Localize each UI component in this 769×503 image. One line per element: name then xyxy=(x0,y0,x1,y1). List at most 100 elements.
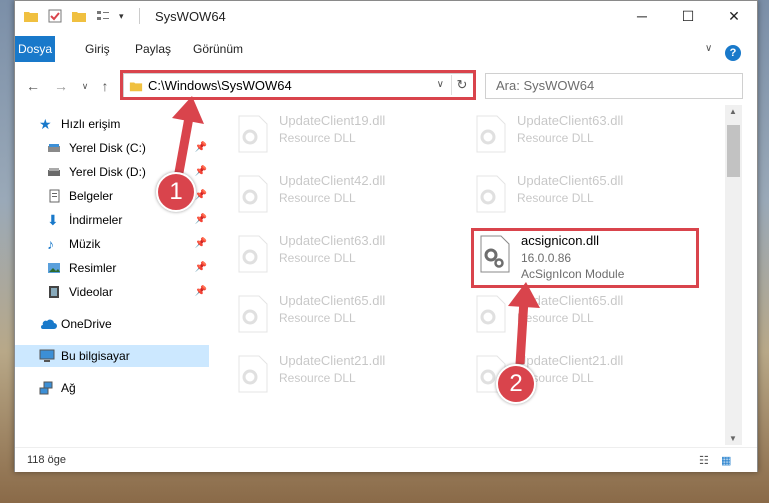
details-view-icon[interactable]: ☷ xyxy=(699,454,709,467)
navigation-pane: ★ Hızlı erişim Yerel Disk (C:) 📌 Yerel D… xyxy=(15,105,209,445)
pin-icon[interactable]: 📌 xyxy=(193,281,209,303)
videos-icon xyxy=(49,286,59,298)
close-button[interactable]: ✕ xyxy=(711,1,757,31)
downloads-icon: ⬇ xyxy=(47,212,59,228)
sidebar-item-this-pc[interactable]: Bu bilgisayar xyxy=(15,345,209,367)
computer-icon xyxy=(39,349,55,362)
sidebar-item-label: OneDrive xyxy=(61,317,112,331)
sidebar-item-pictures[interactable]: Resimler 📌 xyxy=(15,257,209,279)
dll-file-icon xyxy=(476,175,506,213)
sidebar-item-videos[interactable]: Videolar 📌 xyxy=(15,281,209,303)
sidebar-item-label: Bu bilgisayar xyxy=(61,349,130,363)
sidebar-item-downloads[interactable]: ⬇ İndirmeler 📌 xyxy=(15,209,209,231)
dll-file-icon xyxy=(238,295,268,333)
address-highlight-box xyxy=(120,70,476,100)
drive-icon xyxy=(48,168,60,176)
scrollbar-thumb[interactable] xyxy=(727,125,740,177)
sidebar-item-network[interactable]: Ağ xyxy=(15,377,209,399)
file-item[interactable]: UpdateClient42.dll Resource DLL xyxy=(233,171,453,217)
file-type: Resource DLL xyxy=(517,191,594,205)
file-type: Resource DLL xyxy=(517,131,594,145)
file-item[interactable]: UpdateClient21.dll Resource DLL xyxy=(233,351,453,397)
sidebar-item-onedrive[interactable]: OneDrive xyxy=(15,313,209,335)
tab-view[interactable]: Görünüm xyxy=(185,36,251,62)
up-icon[interactable]: ↑ xyxy=(95,76,115,96)
sidebar-item-label: Yerel Disk (C:) xyxy=(69,141,146,155)
network-icon xyxy=(39,381,53,395)
file-item[interactable]: UpdateClient65.dll Resource DLL xyxy=(471,291,691,337)
file-item[interactable]: UpdateClient19.dll Resource DLL xyxy=(233,111,453,157)
status-bar: 118 öge ☷ ▦ xyxy=(15,447,757,472)
pin-icon[interactable]: 📌 xyxy=(193,137,209,159)
new-folder-icon[interactable] xyxy=(71,8,87,24)
file-item[interactable]: UpdateClient63.dll Resource DLL xyxy=(233,231,453,277)
vertical-scrollbar[interactable]: ▲ ▼ xyxy=(725,105,742,445)
view-list-icon[interactable] xyxy=(95,8,111,24)
help-button[interactable]: ? xyxy=(725,45,741,61)
file-name: UpdateClient63.dll xyxy=(517,113,624,128)
file-item[interactable]: UpdateClient65.dll Resource DLL xyxy=(471,171,691,217)
dll-file-icon xyxy=(238,115,268,153)
sidebar-item-label: Ağ xyxy=(61,381,76,395)
folder-icon xyxy=(24,12,38,22)
dll-file-icon xyxy=(476,115,506,153)
step-2-badge: 2 xyxy=(496,364,536,404)
scroll-down-icon[interactable]: ▼ xyxy=(729,434,737,443)
file-type: Resource DLL xyxy=(279,371,356,385)
maximize-button[interactable]: ☐ xyxy=(665,1,711,31)
recent-locations-icon[interactable]: ∨ xyxy=(75,76,95,96)
file-name: UpdateClient42.dll xyxy=(279,173,386,188)
cloud-icon xyxy=(41,319,57,329)
back-icon[interactable]: ← xyxy=(23,76,43,96)
file-highlight-box xyxy=(471,228,699,288)
pin-icon[interactable]: 📌 xyxy=(193,257,209,279)
file-name: UpdateClient65.dll xyxy=(517,293,624,308)
expand-ribbon-icon[interactable]: ∨ xyxy=(705,43,712,54)
sidebar-item-label: Müzik xyxy=(69,237,101,251)
documents-icon xyxy=(49,189,60,203)
pictures-icon xyxy=(48,263,60,273)
minimize-button[interactable]: ─ xyxy=(619,1,665,31)
item-count: 118 öge xyxy=(27,454,66,466)
dll-file-icon xyxy=(238,355,268,393)
scroll-up-icon[interactable]: ▲ xyxy=(729,107,737,116)
pin-icon[interactable]: 📌 xyxy=(193,209,209,231)
customize-toolbar-icon[interactable]: ▾ xyxy=(119,8,135,24)
music-icon: ♪ xyxy=(47,236,54,252)
tab-home[interactable]: Giriş xyxy=(77,36,118,62)
dll-file-icon xyxy=(238,175,268,213)
sidebar-item-label: Yerel Disk (D:) xyxy=(69,165,146,179)
file-name: UpdateClient65.dll xyxy=(517,173,624,188)
sidebar-item-quick-access[interactable]: ★ Hızlı erişim xyxy=(15,113,209,135)
file-name: UpdateClient21.dll xyxy=(279,353,386,368)
search-input[interactable]: Ara: SysWOW64 xyxy=(496,78,594,93)
file-name: UpdateClient19.dll xyxy=(279,113,386,128)
file-item[interactable]: UpdateClient65.dll Resource DLL xyxy=(233,291,453,337)
title-bar: ▾ SysWOW64 ─ ☐ ✕ xyxy=(15,1,757,31)
file-item[interactable]: UpdateClient63.dll Resource DLL xyxy=(471,111,691,157)
pin-icon[interactable]: 📌 xyxy=(193,233,209,255)
pin-icon[interactable]: 📌 xyxy=(193,161,209,183)
title-separator xyxy=(139,8,140,24)
file-name: UpdateClient63.dll xyxy=(279,233,386,248)
sidebar-item-label: Videolar xyxy=(69,285,113,299)
search-box[interactable]: Ara: SysWOW64 xyxy=(485,73,743,99)
tab-file[interactable]: Dosya xyxy=(15,36,55,62)
dll-file-icon xyxy=(476,295,506,333)
sidebar-item-label: Belgeler xyxy=(69,189,114,203)
step-1-badge: 1 xyxy=(156,172,196,212)
forward-icon[interactable]: → xyxy=(51,76,71,96)
file-type: Resource DLL xyxy=(279,251,356,265)
tab-share[interactable]: Paylaş xyxy=(127,36,179,62)
tiles-view-icon[interactable]: ▦ xyxy=(721,454,731,467)
sidebar-item-label: Resimler xyxy=(69,261,117,275)
sidebar-item-disk-c[interactable]: Yerel Disk (C:) 📌 xyxy=(15,137,209,159)
file-type: Resource DLL xyxy=(279,131,356,145)
sidebar-item-music[interactable]: ♪ Müzik 📌 xyxy=(15,233,209,255)
sidebar-item-label: İndirmeler xyxy=(69,213,123,227)
properties-icon[interactable] xyxy=(47,8,63,24)
file-type: Resource DLL xyxy=(279,191,356,205)
ribbon: Dosya Giriş Paylaş Görünüm ∨ ? xyxy=(15,31,757,68)
drive-icon xyxy=(48,144,60,152)
star-icon: ★ xyxy=(39,116,52,132)
